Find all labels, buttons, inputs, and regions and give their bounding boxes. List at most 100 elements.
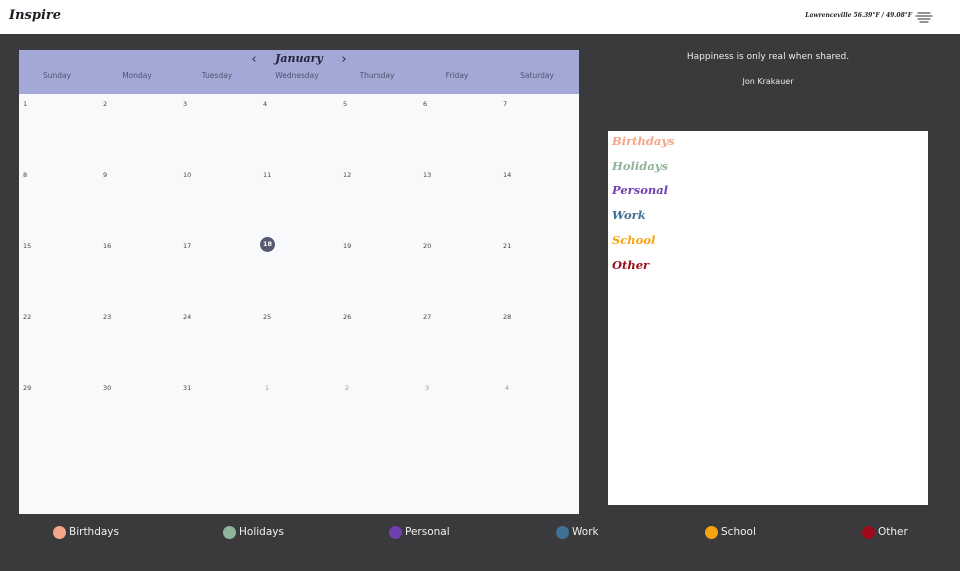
day-number: 6 xyxy=(423,100,428,108)
day-cell[interactable]: 13 xyxy=(419,165,499,236)
legend-item-other[interactable]: Other xyxy=(862,525,908,539)
day-cell[interactable]: 7 xyxy=(499,94,579,165)
day-cell[interactable]: 28 xyxy=(499,307,579,378)
day-number: 21 xyxy=(503,242,512,250)
category-birthdays[interactable]: Birthdays xyxy=(612,134,674,148)
legend-item-school[interactable]: School xyxy=(705,525,756,539)
weekday-label: Tuesday xyxy=(201,71,233,80)
legend-dot xyxy=(862,525,875,539)
day-number: 1 xyxy=(265,384,270,392)
day-cell[interactable]: 21 xyxy=(499,236,579,307)
legend-dot xyxy=(223,525,236,539)
legend-label: Birthdays xyxy=(69,526,119,538)
day-number: 4 xyxy=(263,100,268,108)
day-cell[interactable]: 4 xyxy=(259,94,339,165)
category-other[interactable]: Other xyxy=(612,258,649,272)
day-cell[interactable]: 3 xyxy=(179,94,259,165)
day-cell[interactable]: 4 xyxy=(499,378,579,449)
day-number: 11 xyxy=(263,171,272,179)
legend-label: Personal xyxy=(405,526,450,538)
quote-author: Jon Krakauer xyxy=(742,77,794,86)
day-number: 14 xyxy=(503,171,512,179)
day-cell[interactable]: 26 xyxy=(339,307,419,378)
day-cell[interactable]: 24 xyxy=(179,307,259,378)
top-bar: Inspire Lawrenceville 56.39°F / 49.08°F xyxy=(0,0,960,34)
day-number: 10 xyxy=(183,171,192,179)
legend-item-birthdays[interactable]: Birthdays xyxy=(53,525,119,539)
day-cell[interactable]: 19 xyxy=(339,236,419,307)
day-cell[interactable]: 16 xyxy=(99,236,179,307)
day-number: 9 xyxy=(103,171,108,179)
weather-readout: Lawrenceville 56.39°F / 49.08°F xyxy=(805,12,912,19)
calendar: ‹ January › Sunday Monday Tuesday Wednesday… xyxy=(19,50,579,514)
day-number: 16 xyxy=(103,242,112,250)
day-cell[interactable]: 23 xyxy=(99,307,179,378)
day-cell[interactable]: 18 xyxy=(259,236,339,307)
day-cell[interactable]: 25 xyxy=(259,307,339,378)
day-cell[interactable]: 6 xyxy=(419,94,499,165)
legend-label: Other xyxy=(878,526,908,538)
day-cell[interactable]: 31 xyxy=(179,378,259,449)
weekday-label: Thursday xyxy=(359,71,395,80)
day-number: 5 xyxy=(343,100,348,108)
legend-dot xyxy=(705,525,718,539)
category-panel: Birthdays Holidays Personal Work School Other xyxy=(608,131,928,505)
fog-icon xyxy=(915,12,933,23)
day-cell[interactable]: 11 xyxy=(259,165,339,236)
weekday-label: Saturday xyxy=(520,71,554,80)
day-number: 15 xyxy=(23,242,32,250)
legend-dot xyxy=(389,525,402,539)
day-number: 22 xyxy=(23,313,32,321)
day-number: 26 xyxy=(343,313,352,321)
day-number: 19 xyxy=(343,242,352,250)
day-cell[interactable]: 12 xyxy=(339,165,419,236)
day-number: 24 xyxy=(183,313,192,321)
day-number: 7 xyxy=(503,100,508,108)
quote-text: Happiness is only real when shared. xyxy=(686,52,850,62)
app-title: Inspire xyxy=(9,8,61,23)
day-number: 8 xyxy=(23,171,28,179)
day-number: 23 xyxy=(103,313,112,321)
day-cell[interactable]: 3 xyxy=(419,378,499,449)
day-cell[interactable]: 29 xyxy=(19,378,99,449)
day-cell[interactable]: 9 xyxy=(99,165,179,236)
category-holidays[interactable]: Holidays xyxy=(612,159,668,173)
day-number: 20 xyxy=(423,242,432,250)
day-cell[interactable]: 5 xyxy=(339,94,419,165)
weekday-label: Wednesday xyxy=(275,71,319,80)
day-cell[interactable]: 17 xyxy=(179,236,259,307)
day-cell[interactable]: 20 xyxy=(419,236,499,307)
day-cell[interactable]: 10 xyxy=(179,165,259,236)
legend-item-holidays[interactable]: Holidays xyxy=(223,525,284,539)
day-number: 3 xyxy=(425,384,430,392)
day-number: 30 xyxy=(103,384,112,392)
weekday-label: Monday xyxy=(122,71,152,80)
next-month-button[interactable]: › xyxy=(337,52,351,67)
day-number: 2 xyxy=(345,384,350,392)
legend-label: Work xyxy=(572,526,599,538)
legend-dot xyxy=(53,525,66,539)
legend-item-work[interactable]: Work xyxy=(556,525,599,539)
day-cell[interactable]: 22 xyxy=(19,307,99,378)
legend-item-personal[interactable]: Personal xyxy=(389,525,450,539)
day-cell[interactable]: 2 xyxy=(339,378,419,449)
day-number: 29 xyxy=(23,384,32,392)
day-cell[interactable]: 1 xyxy=(259,378,339,449)
day-number: 1 xyxy=(23,100,28,108)
day-cell[interactable]: 14 xyxy=(499,165,579,236)
day-cell[interactable]: 15 xyxy=(19,236,99,307)
day-number: 2 xyxy=(103,100,108,108)
category-school[interactable]: School xyxy=(612,233,655,247)
category-personal[interactable]: Personal xyxy=(612,183,668,197)
day-cell[interactable]: 2 xyxy=(99,94,179,165)
day-number: 12 xyxy=(343,171,352,179)
day-cell[interactable]: 1 xyxy=(19,94,99,165)
day-cell[interactable]: 27 xyxy=(419,307,499,378)
weekday-label: Friday xyxy=(445,71,469,80)
day-number: 18 xyxy=(260,237,275,252)
day-cell[interactable]: 30 xyxy=(99,378,179,449)
month-title: January xyxy=(275,52,323,65)
day-cell[interactable]: 8 xyxy=(19,165,99,236)
category-work[interactable]: Work xyxy=(612,208,646,222)
legend-label: Holidays xyxy=(239,526,284,538)
